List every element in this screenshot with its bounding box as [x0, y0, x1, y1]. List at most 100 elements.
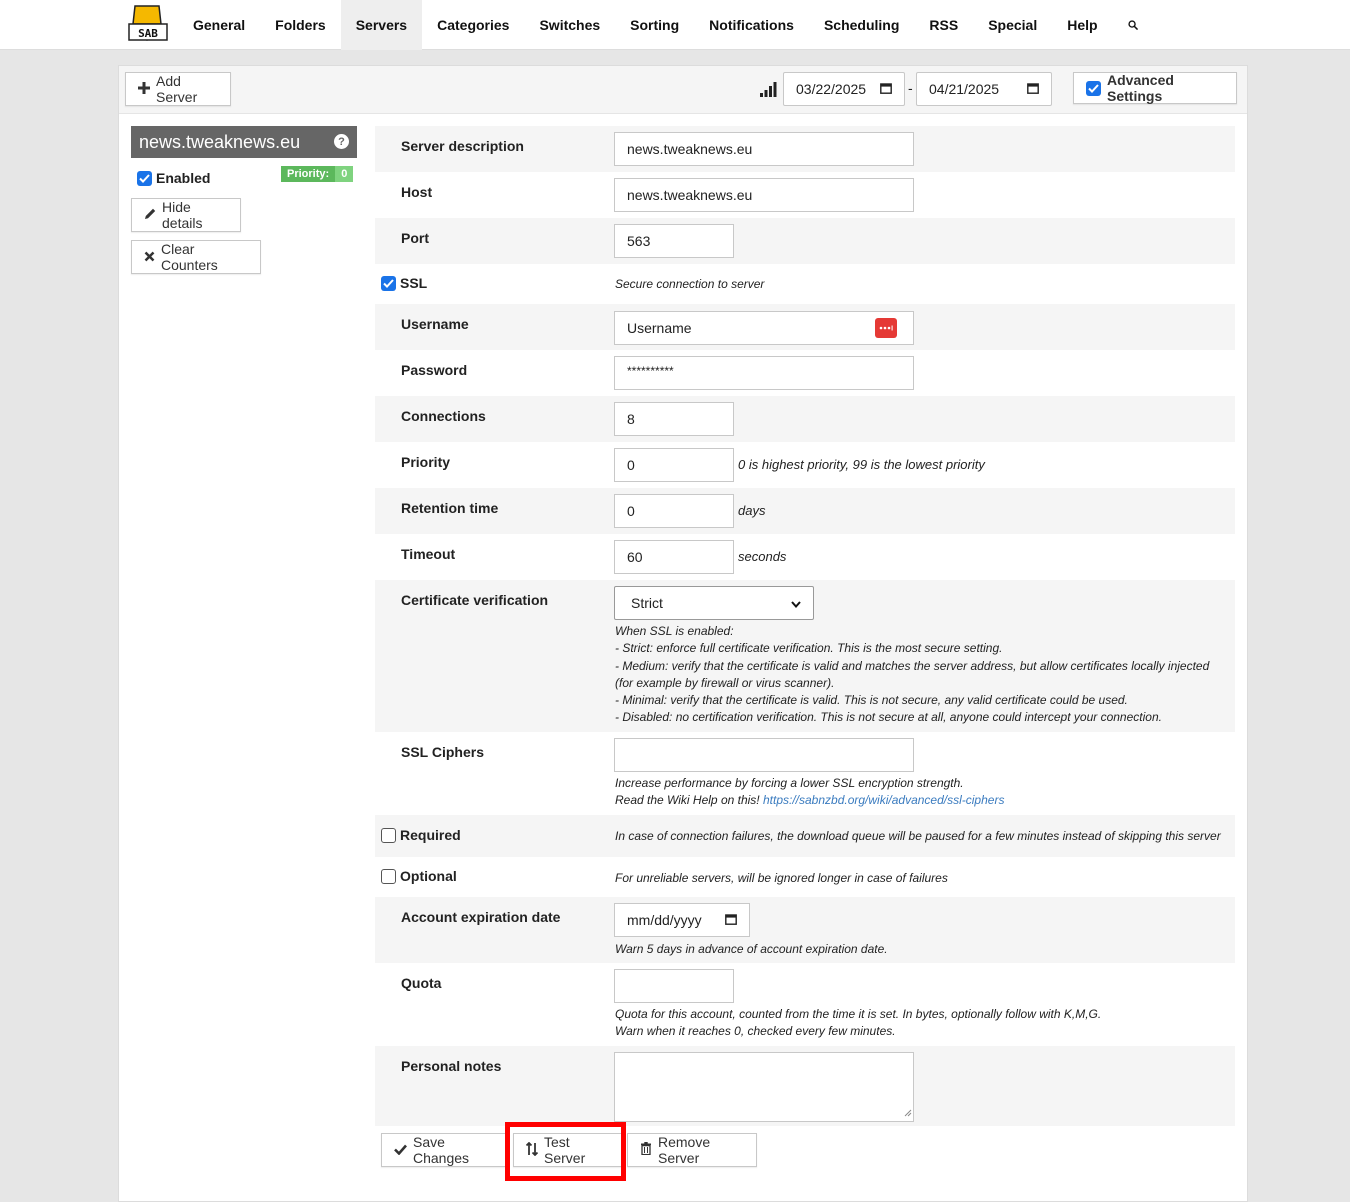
row-retention: Retention time 0 days	[375, 488, 1235, 534]
password-value: **********	[627, 364, 674, 378]
description-input[interactable]: news.tweaknews.eu	[614, 132, 914, 166]
priority-badge: Priority: 0	[281, 166, 354, 182]
search-icon[interactable]	[1113, 0, 1153, 50]
quota-desc: Quota for this account, counted from the…	[615, 1006, 1101, 1041]
row-host: Host news.tweaknews.eu	[375, 172, 1235, 218]
nav-rss[interactable]: RSS	[914, 0, 973, 50]
port-input[interactable]: 563	[614, 224, 734, 258]
sabnzbd-logo[interactable]: SAB	[127, 4, 169, 44]
cert-desc-line: - Disabled: no certification verificatio…	[615, 710, 1162, 725]
row-password: Password **********	[375, 350, 1235, 396]
priority-input[interactable]: 0	[614, 448, 734, 482]
nav-special[interactable]: Special	[973, 0, 1052, 50]
password-manager-icon[interactable]	[875, 318, 897, 338]
enabled-label: Enabled	[156, 170, 211, 186]
host-label: Host	[401, 184, 433, 200]
required-toggle[interactable]: Required	[381, 827, 461, 843]
save-changes-button[interactable]: Save Changes	[381, 1133, 509, 1167]
cert-desc-line: - Minimal: verify that the certificate i…	[615, 693, 1128, 708]
add-server-button[interactable]: Add Server	[125, 72, 231, 106]
calendar-icon[interactable]	[880, 81, 892, 97]
ciphers-desc-line: Increase performance by forcing a lower …	[615, 776, 964, 790]
optional-checkbox[interactable]	[381, 868, 396, 884]
nav-general[interactable]: General	[178, 0, 260, 50]
hide-details-button[interactable]: Hide details	[131, 198, 241, 232]
priority-badge-label: Priority:	[281, 166, 336, 182]
calendar-icon[interactable]	[1027, 81, 1039, 97]
nav-categories[interactable]: Categories	[422, 0, 524, 50]
optional-toggle[interactable]: Optional	[381, 868, 457, 884]
cert-select[interactable]: Strict	[614, 586, 814, 620]
advanced-settings-label: Advanced Settings	[1107, 72, 1174, 104]
password-label: Password	[401, 362, 468, 378]
svg-text:SAB: SAB	[138, 27, 158, 40]
quota-desc-line: Quota for this account, counted from the…	[615, 1007, 1102, 1021]
nav-help[interactable]: Help	[1052, 0, 1112, 50]
timeout-value: 60	[627, 549, 643, 565]
timeout-input[interactable]: 60	[614, 540, 734, 574]
connections-input[interactable]: 8	[614, 402, 734, 436]
nav-sorting[interactable]: Sorting	[615, 0, 694, 50]
ssl-checkbox[interactable]	[381, 275, 396, 291]
port-value: 563	[627, 233, 651, 249]
row-expiration: Account expiration date mm/dd/yyyy Warn …	[375, 897, 1235, 963]
cert-value: Strict	[631, 595, 663, 611]
username-input[interactable]: Username	[614, 311, 914, 345]
date-to-input[interactable]: 04/21/2025	[916, 72, 1052, 106]
ciphers-desc-line: Read the Wiki Help on this!	[615, 793, 760, 808]
required-checkbox[interactable]	[381, 827, 396, 843]
cert-desc: When SSL is enabled: - Strict: enforce f…	[615, 623, 1209, 727]
trash-icon	[640, 1142, 652, 1158]
notes-textarea[interactable]	[614, 1052, 914, 1122]
nav-notifications[interactable]: Notifications	[694, 0, 809, 50]
row-priority: Priority 0 0 is highest priority, 99 is …	[375, 442, 1235, 488]
row-port: Port 563	[375, 218, 1235, 264]
test-server-highlight-box	[505, 1122, 626, 1181]
host-input[interactable]: news.tweaknews.eu	[614, 178, 914, 212]
timeout-label: Timeout	[401, 546, 456, 562]
advanced-settings-toggle[interactable]: Advanced Settings	[1073, 72, 1237, 104]
priority-desc: 0 is highest priority, 99 is the lowest …	[738, 457, 985, 472]
ciphers-input[interactable]	[614, 738, 914, 772]
ciphers-label: SSL Ciphers	[401, 744, 484, 760]
help-icon[interactable]: ?	[334, 134, 349, 149]
port-label: Port	[401, 230, 429, 246]
pencil-icon	[144, 207, 156, 223]
nav-scheduling[interactable]: Scheduling	[809, 0, 914, 50]
remove-server-button[interactable]: Remove Server	[627, 1133, 757, 1167]
expiration-date-input[interactable]: mm/dd/yyyy	[614, 903, 750, 937]
nav-servers[interactable]: Servers	[340, 0, 423, 50]
calendar-icon[interactable]	[725, 912, 737, 928]
quota-input[interactable]	[614, 969, 734, 1003]
retention-unit: days	[738, 503, 766, 518]
clear-counters-label: Clear Counters	[161, 241, 218, 273]
toolbar: Add Server 03/22/2025 - 04/21/2025 Advan…	[119, 66, 1247, 114]
date-from-input[interactable]: 03/22/2025	[783, 72, 905, 106]
cert-desc-line: - Medium: verify that the certificate is…	[615, 658, 1210, 673]
close-icon	[144, 249, 155, 265]
date-separator: -	[908, 80, 913, 96]
expiration-value: mm/dd/yyyy	[627, 912, 702, 928]
signal-bars-icon[interactable]	[759, 80, 777, 101]
description-value: news.tweaknews.eu	[627, 141, 753, 157]
ciphers-desc: Increase performance by forcing a lower …	[615, 775, 1004, 810]
nav-switches[interactable]: Switches	[524, 0, 615, 50]
cert-desc-line: - Strict: enforce full certificate verif…	[615, 641, 1003, 656]
server-name-header: news.tweaknews.eu ?	[131, 126, 357, 158]
retention-label: Retention time	[401, 500, 499, 516]
save-changes-label: Save Changes	[413, 1134, 470, 1166]
enabled-checkbox[interactable]	[137, 170, 152, 186]
server-name: news.tweaknews.eu	[139, 131, 301, 152]
plus-icon	[138, 81, 150, 97]
ciphers-wiki-link[interactable]: https://sabnzbd.org/wiki/advanced/ssl-ci…	[763, 793, 1004, 807]
advanced-settings-checkbox[interactable]	[1086, 80, 1101, 96]
top-navbar: SAB General Folders Servers Categories S…	[0, 0, 1350, 50]
clear-counters-button[interactable]: Clear Counters	[131, 240, 261, 274]
server-enabled[interactable]: Enabled	[137, 170, 210, 186]
row-personal-notes: Personal notes	[375, 1046, 1235, 1126]
ssl-toggle[interactable]: SSL	[381, 275, 427, 291]
nav-folders[interactable]: Folders	[260, 0, 341, 50]
resize-handle-icon[interactable]	[904, 1104, 912, 1120]
password-input[interactable]: **********	[614, 356, 914, 390]
retention-input[interactable]: 0	[614, 494, 734, 528]
